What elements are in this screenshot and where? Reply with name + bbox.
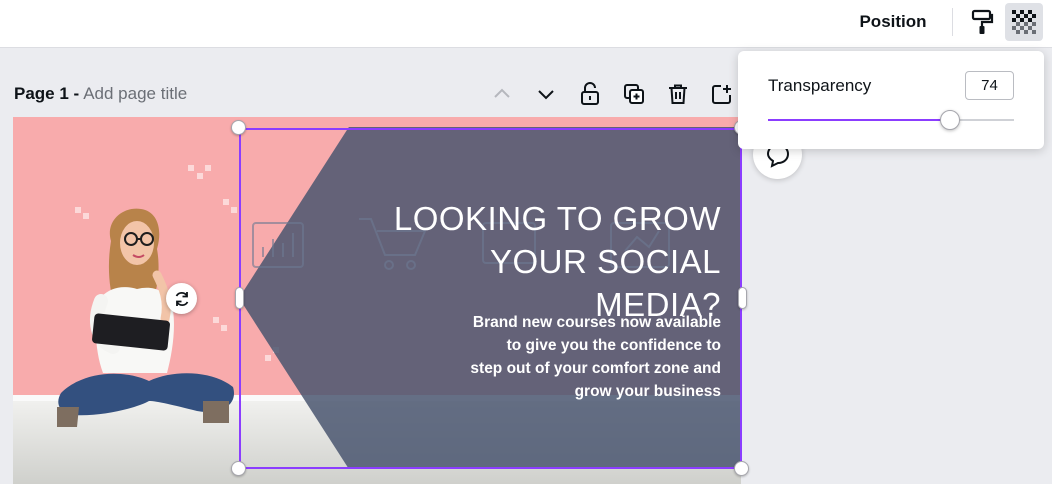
add-page-icon (712, 85, 731, 104)
resize-handle-top-left[interactable] (231, 120, 246, 135)
top-toolbar: Position (0, 0, 1052, 48)
resize-handle-left[interactable] (235, 287, 244, 309)
pixel-decoration (205, 165, 211, 171)
resize-handle-right[interactable] (738, 287, 747, 309)
transparency-popover: Transparency (738, 51, 1044, 149)
design-canvas[interactable]: LOOKING TO GROW YOUR SOCIAL MEDIA? Brand… (13, 117, 741, 484)
rotate-button[interactable] (166, 283, 197, 314)
resize-handle-bottom-left[interactable] (231, 461, 246, 476)
add-page-button[interactable] (708, 80, 736, 108)
pixel-decoration (197, 173, 203, 179)
duplicate-icon (624, 84, 644, 104)
headline-text[interactable]: LOOKING TO GROW YOUR SOCIAL MEDIA? (373, 197, 721, 326)
unlock-icon (581, 82, 599, 105)
page-tools (488, 80, 736, 108)
lock-page-button[interactable] (576, 80, 604, 108)
woman-with-tablet-photo (57, 208, 235, 427)
position-button[interactable]: Position (846, 6, 940, 38)
copy-style-button[interactable] (964, 4, 1000, 40)
transparency-label: Transparency (768, 76, 872, 95)
slider-fill (768, 119, 951, 121)
page-number-label: Page 1 - (14, 84, 80, 103)
chevron-down-icon (538, 90, 554, 100)
subtext-paragraph[interactable]: Brand new courses now available to give … (385, 311, 721, 403)
move-page-up-button[interactable] (488, 80, 516, 108)
rotate-icon (175, 291, 188, 306)
duplicate-page-button[interactable] (620, 80, 648, 108)
transparency-slider[interactable] (768, 110, 1014, 130)
transparency-button[interactable] (1005, 3, 1043, 41)
transparency-value-input[interactable] (965, 71, 1014, 100)
delete-page-button[interactable] (664, 80, 692, 108)
checkerboard-icon (1012, 10, 1036, 34)
toolbar-divider (952, 8, 953, 36)
page-title-input[interactable]: Add page title (83, 84, 187, 103)
trash-icon (669, 84, 687, 104)
resize-handle-bottom-right[interactable] (734, 461, 749, 476)
chevron-up-icon (494, 88, 510, 98)
page-label: Page 1 - Add page title (14, 84, 187, 104)
slider-thumb[interactable] (940, 110, 961, 130)
move-page-down-button[interactable] (532, 80, 560, 108)
paint-roller-icon (971, 9, 994, 34)
pixel-decoration (188, 165, 194, 171)
